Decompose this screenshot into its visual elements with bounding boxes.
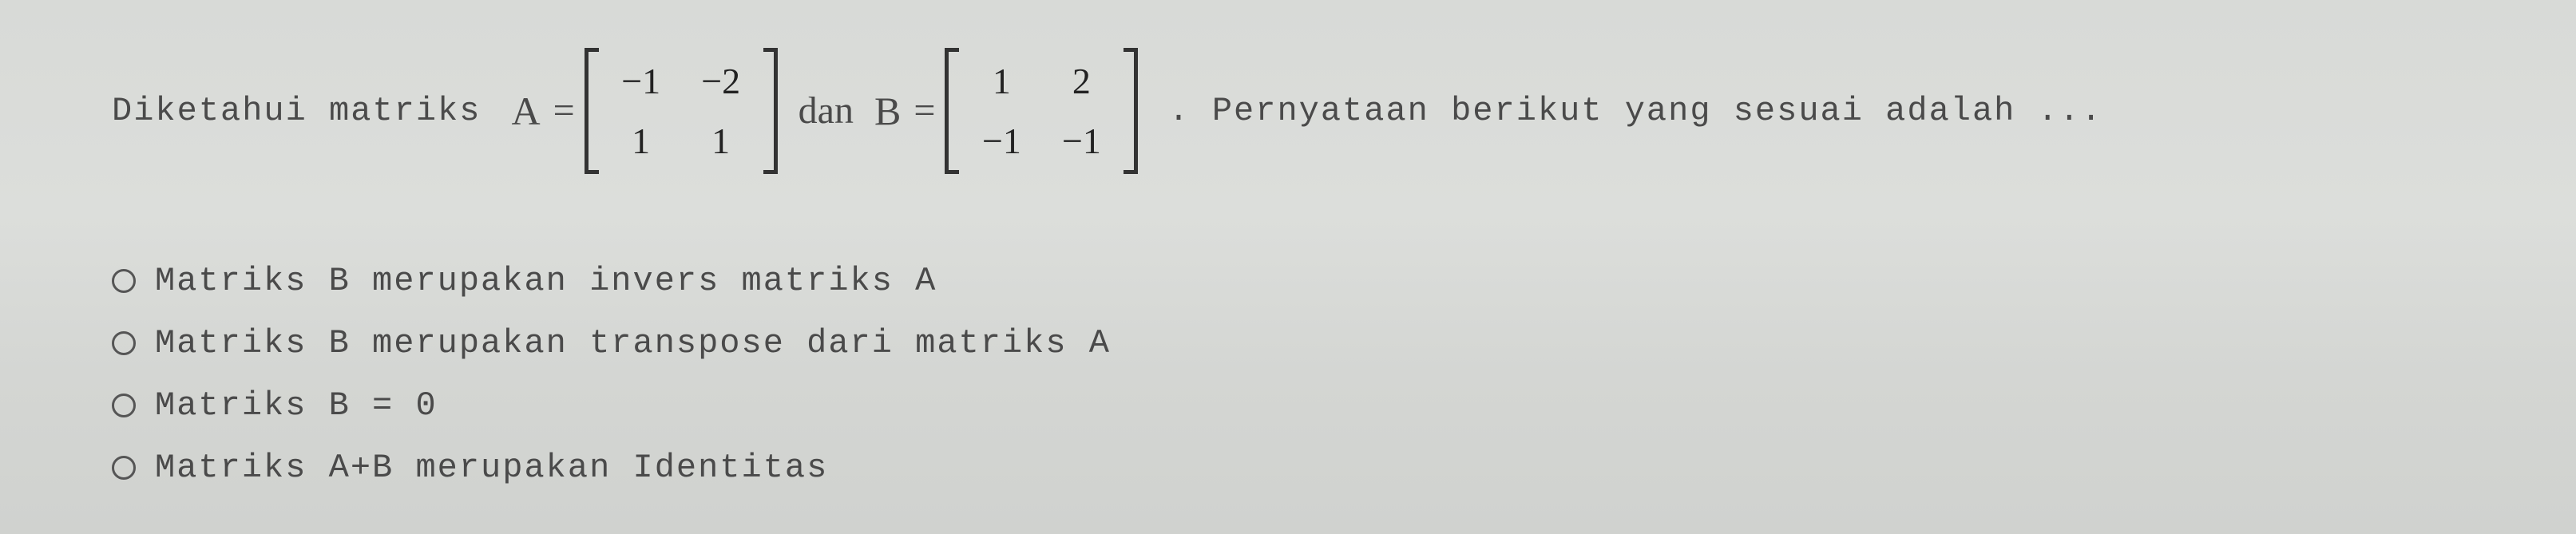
question-suffix: . Pernyataan berikut yang sesuai adalah … [1168, 91, 2102, 131]
radio-icon[interactable] [112, 269, 136, 293]
question-stem: Diketahui matriks A = −1 −2 1 1 dan B = … [112, 48, 2480, 174]
option-a-label: Matriks B merupakan invers matriks A [155, 262, 937, 300]
question-prefix: Diketahui matriks [112, 91, 481, 131]
bracket-right [763, 48, 778, 174]
question-block: Diketahui matriks A = −1 −2 1 1 dan B = … [0, 0, 2576, 519]
matrix-b-cells: 1 2 −1 −1 [959, 48, 1124, 174]
radio-icon[interactable] [112, 394, 136, 417]
bracket-left [585, 48, 599, 174]
option-c[interactable]: Matriks B = 0 [112, 386, 2480, 425]
radio-icon[interactable] [112, 331, 136, 355]
option-d-label: Matriks A+B merupakan Identitas [155, 449, 828, 487]
option-a[interactable]: Matriks B merupakan invers matriks A [112, 262, 2480, 300]
bracket-right [1124, 48, 1138, 174]
option-b[interactable]: Matriks B merupakan transpose dari matri… [112, 324, 2480, 362]
matrix-b-r2c1: −1 [981, 119, 1021, 163]
matrix-a: A = −1 −2 1 1 [511, 48, 777, 174]
matrix-a-r2c1: 1 [621, 119, 661, 163]
options-list: Matriks B merupakan invers matriks A Mat… [112, 262, 2480, 487]
matrix-a-r2c2: 1 [701, 119, 741, 163]
radio-icon[interactable] [112, 456, 136, 480]
bracket-left [945, 48, 959, 174]
matrix-b-r1c1: 1 [981, 59, 1021, 103]
matrix-b-name: B [874, 87, 901, 135]
matrix-b: B = 1 2 −1 −1 [874, 48, 1138, 174]
option-b-label: Matriks B merupakan transpose dari matri… [155, 324, 1111, 362]
matrix-a-cells: −1 −2 1 1 [599, 48, 763, 174]
matrix-b-r2c2: −1 [1061, 119, 1101, 163]
matrix-a-name: A [511, 87, 540, 135]
equals-sign: = [913, 88, 935, 134]
option-c-label: Matriks B = 0 [155, 386, 438, 425]
dan-text: dan [799, 88, 854, 134]
matrix-b-r1c2: 2 [1061, 59, 1101, 103]
matrix-a-r1c1: −1 [621, 59, 661, 103]
equals-sign: = [553, 88, 575, 134]
matrix-a-r1c2: −2 [701, 59, 741, 103]
option-d[interactable]: Matriks A+B merupakan Identitas [112, 449, 2480, 487]
